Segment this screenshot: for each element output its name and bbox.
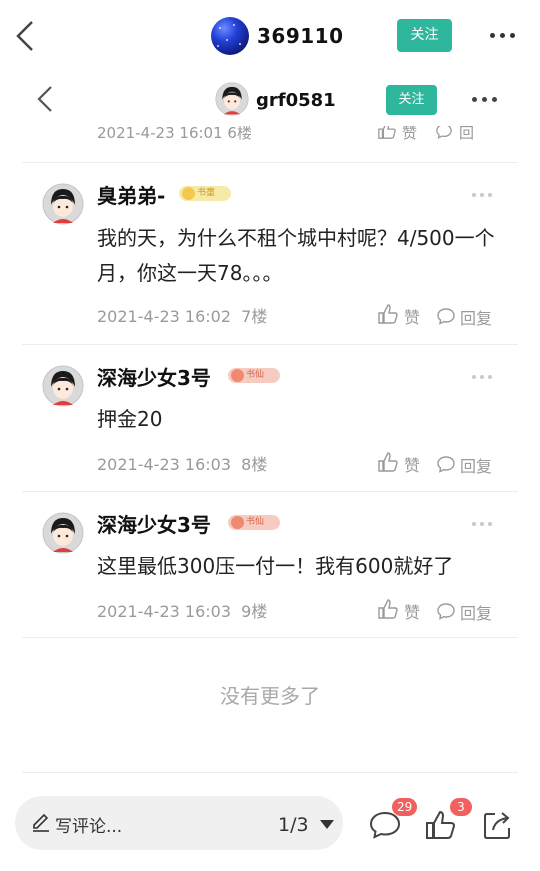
comment-meta: 2021-4-23 16:03 8楼 bbox=[97, 455, 268, 474]
comment-meta: 2021-4-23 16:03 9楼 bbox=[97, 602, 268, 621]
sub-header: grf0581 关注 bbox=[22, 72, 518, 126]
header-username[interactable]: 369110 bbox=[257, 24, 344, 48]
crown-icon bbox=[231, 516, 244, 529]
comment-placeholder: 写评论... bbox=[55, 817, 123, 837]
back-arrow-icon[interactable] bbox=[36, 85, 54, 113]
thumbs-up-icon bbox=[378, 452, 398, 472]
comment-more-icon[interactable] bbox=[472, 375, 492, 381]
comment-count-badge: 29 bbox=[392, 798, 418, 816]
comment-input[interactable]: 写评论... 1/3 bbox=[15, 796, 343, 850]
pen-icon bbox=[33, 813, 49, 832]
avatar[interactable] bbox=[215, 82, 249, 116]
avatar[interactable] bbox=[42, 183, 84, 225]
thumbs-up-icon bbox=[378, 304, 398, 324]
comment-text: 我的天，为什么不租个城中村呢？4/500一个月，你这一天78。。。 bbox=[97, 226, 495, 285]
back-arrow-icon[interactable] bbox=[12, 18, 38, 54]
comment-author[interactable]: 臭弟弟- bbox=[97, 180, 165, 209]
reply-bubble-icon bbox=[437, 603, 455, 620]
divider bbox=[22, 772, 518, 773]
no-more-text: 没有更多了 bbox=[220, 684, 320, 708]
share-icon[interactable] bbox=[481, 808, 515, 842]
avatar[interactable] bbox=[42, 512, 84, 554]
level-badge: 书仙 bbox=[228, 368, 280, 383]
more-icon[interactable] bbox=[472, 96, 500, 104]
divider bbox=[22, 491, 518, 492]
crown-icon bbox=[182, 187, 195, 200]
avatar[interactable] bbox=[211, 17, 249, 55]
divider bbox=[22, 344, 518, 345]
divider bbox=[22, 637, 518, 638]
comment-author[interactable]: 深海少女3号 bbox=[97, 509, 211, 538]
thumbs-up-icon bbox=[378, 599, 398, 619]
like-count-badge: 3 bbox=[450, 798, 472, 816]
comment-text: 这里最低300压一付一！我有600就好了 bbox=[97, 554, 454, 578]
sub-username[interactable]: grf0581 bbox=[256, 90, 336, 111]
bottom-bar: 写评论... 1/3 29 3 bbox=[0, 780, 540, 871]
comment-more-icon[interactable] bbox=[472, 522, 492, 528]
comment-author[interactable]: 深海少女3号 bbox=[97, 362, 211, 391]
follow-button[interactable]: 关注 bbox=[397, 19, 452, 52]
divider bbox=[22, 162, 518, 163]
more-icon[interactable] bbox=[490, 32, 518, 40]
crown-icon bbox=[231, 369, 244, 382]
follow-button[interactable]: 关注 bbox=[386, 85, 437, 115]
reply-bubble-icon bbox=[437, 308, 455, 325]
reply-bubble-icon bbox=[437, 456, 455, 473]
top-header: 369110 关注 bbox=[0, 0, 540, 72]
comment-more-icon[interactable] bbox=[472, 193, 492, 199]
avatar[interactable] bbox=[42, 365, 84, 407]
dropdown-caret-icon[interactable] bbox=[320, 820, 334, 829]
comment-text: 押金20 bbox=[97, 407, 163, 431]
page-indicator[interactable]: 1/3 bbox=[278, 814, 309, 836]
level-badge: 书童 bbox=[179, 186, 231, 201]
comment-meta: 2021-4-23 16:02 7楼 bbox=[97, 307, 268, 326]
level-badge: 书仙 bbox=[228, 515, 280, 530]
